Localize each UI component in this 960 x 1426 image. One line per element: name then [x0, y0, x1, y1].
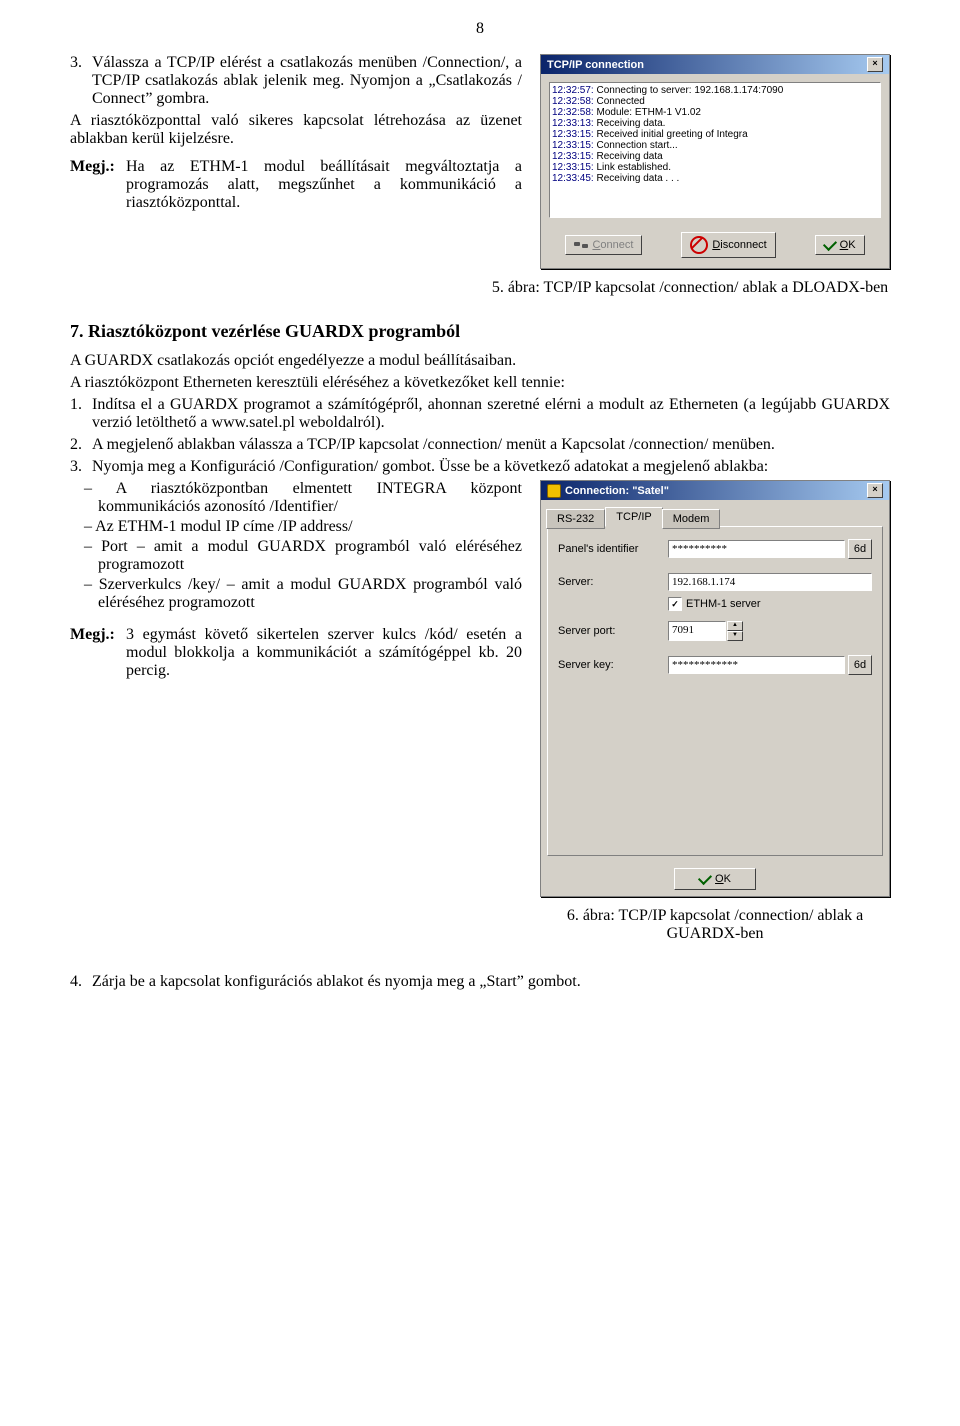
- server-label: Server:: [558, 576, 668, 588]
- plugs-icon: [574, 240, 588, 250]
- list-item: 2. A megjelenő ablakban válassza a TCP/I…: [70, 436, 890, 454]
- note-label: Megj.:: [70, 158, 126, 212]
- list-item: – A riasztóközpontban elmentett INTEGRA …: [70, 480, 522, 516]
- tab-rs232[interactable]: RS-232: [546, 509, 605, 529]
- list-text: Válassza a TCP/IP elérést a csatlakozás …: [92, 54, 522, 108]
- identifier-field[interactable]: **********: [668, 540, 845, 558]
- key-label: Server key:: [558, 659, 668, 671]
- note-block: Megj.: 3 egymást követő sikertelen szerv…: [70, 626, 522, 680]
- connect-button: Connect: [565, 235, 642, 255]
- tab-panel: Panel's identifier ********** 6d Server:…: [547, 526, 883, 856]
- titlebar: Connection: "Satel" ×: [541, 481, 889, 500]
- app-icon: [547, 484, 561, 498]
- list-item: – Szerverkulcs /key/ – amit a modul GUAR…: [70, 576, 522, 612]
- port-field[interactable]: 7091: [668, 621, 726, 641]
- titlebar: TCP/IP connection ×: [541, 55, 889, 74]
- close-icon[interactable]: ×: [867, 483, 883, 498]
- disconnect-button[interactable]: Disconnect: [681, 232, 775, 258]
- paragraph: A GUARDX csatlakozás opciót engedélyezze…: [70, 352, 890, 370]
- reveal-button[interactable]: 6d: [848, 539, 872, 559]
- list-item: – Port – amit a modul GUARDX programból …: [70, 538, 522, 574]
- note-label: Megj.:: [70, 626, 126, 680]
- tcpip-connection-window: TCP/IP connection × 12:32:57: Connecting…: [540, 54, 890, 269]
- note-text: 3 egymást követő sikertelen szerver kulc…: [126, 626, 522, 680]
- list-item: – Az ETHM-1 modul IP címe /IP address/: [70, 518, 522, 536]
- list-item: 1. Indítsa el a GUARDX programot a számí…: [70, 396, 890, 432]
- window-title: Connection: "Satel": [565, 484, 669, 496]
- list-item-3: 3. Válassza a TCP/IP elérést a csatlakoz…: [70, 54, 522, 108]
- section-heading-7: 7. Riasztóközpont vezérlése GUARDX progr…: [70, 321, 890, 342]
- no-icon: [690, 236, 708, 254]
- check-icon: [698, 871, 712, 885]
- figure-caption-6: 6. ábra: TCP/IP kapcsolat /connection/ a…: [540, 907, 890, 943]
- note-text: Ha az ETHM-1 modul beállításait megválto…: [126, 158, 522, 212]
- spin-down-icon[interactable]: ▼: [727, 631, 743, 641]
- ethm1-label: ETHM-1 server: [686, 598, 761, 610]
- server-field[interactable]: 192.168.1.174: [668, 573, 872, 591]
- port-label: Server port:: [558, 625, 668, 637]
- bullet-list: – A riasztóközpontban elmentett INTEGRA …: [70, 480, 522, 612]
- window-title: TCP/IP connection: [547, 59, 644, 71]
- ok-button[interactable]: OK: [674, 868, 756, 890]
- key-field[interactable]: ************: [668, 656, 845, 674]
- connection-satel-window: Connection: "Satel" × RS-232 TCP/IP Mode…: [540, 480, 890, 897]
- spin-up-icon[interactable]: ▲: [727, 621, 743, 631]
- close-icon[interactable]: ×: [867, 57, 883, 72]
- identifier-label: Panel's identifier: [558, 543, 668, 555]
- ethm1-checkbox[interactable]: ✓: [668, 597, 682, 611]
- paragraph: A riasztóközponttal való sikeres kapcsol…: [70, 112, 522, 148]
- figure-caption-5: 5. ábra: TCP/IP kapcsolat /connection/ a…: [490, 279, 890, 297]
- tab-modem[interactable]: Modem: [662, 509, 721, 529]
- paragraph: A riasztóközpont Etherneten keresztüli e…: [70, 374, 890, 392]
- page-number: 8: [70, 0, 890, 54]
- log-list: 12:32:57: Connecting to server: 192.168.…: [549, 82, 881, 218]
- ok-button[interactable]: OK: [815, 235, 865, 255]
- list-item: 3. Nyomja meg a Konfiguráció /Configurat…: [70, 458, 890, 476]
- check-icon: [823, 237, 837, 251]
- reveal-button[interactable]: 6d: [848, 655, 872, 675]
- tab-tcpip[interactable]: TCP/IP: [605, 507, 662, 527]
- note-block: Megj.: Ha az ETHM-1 modul beállításait m…: [70, 158, 522, 212]
- list-number: 3.: [70, 54, 92, 108]
- list-item-4: 4. Zárja be a kapcsolat konfigurációs ab…: [70, 973, 890, 991]
